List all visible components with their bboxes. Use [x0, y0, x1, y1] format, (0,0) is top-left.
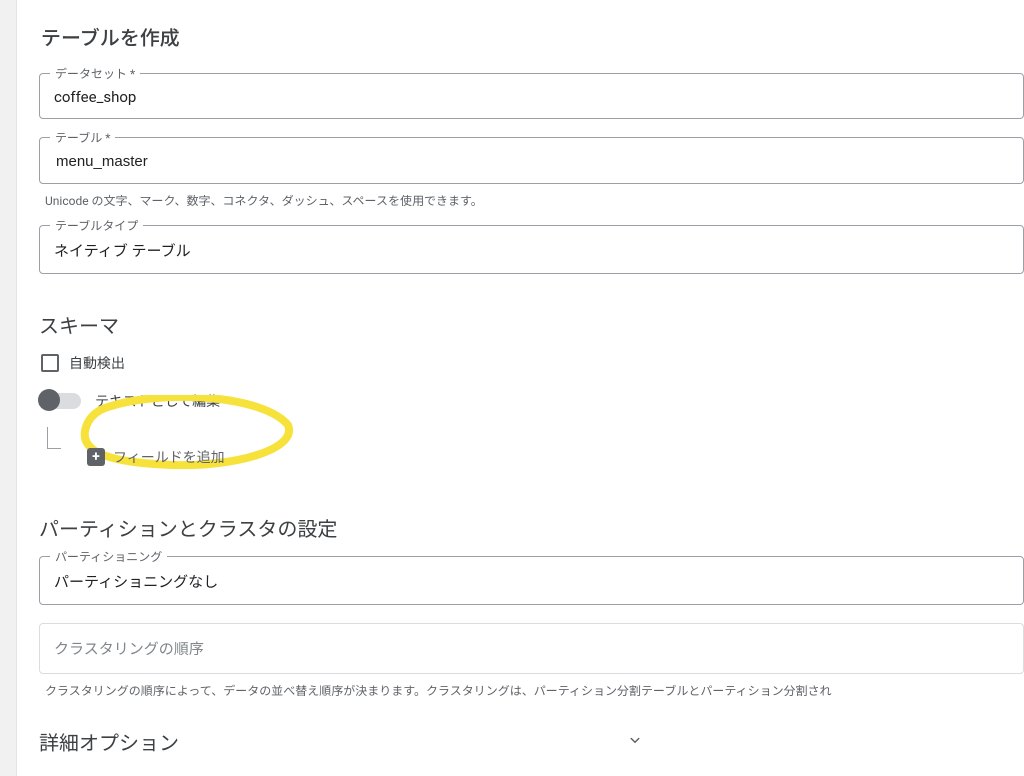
chevron-down-icon: [626, 730, 644, 754]
plus-icon: +: [87, 448, 105, 466]
partitioning-label: パーティショニング: [50, 548, 167, 565]
auto-detect-checkbox[interactable]: 自動検出: [41, 353, 1024, 373]
toggle-track-icon: [41, 393, 81, 409]
create-table-panel: テーブルを作成 データセット * coffee_shop テーブル * Unic…: [17, 0, 1024, 776]
tree-connector-icon: [47, 427, 61, 449]
table-name-input[interactable]: [54, 152, 1009, 171]
dataset-value: coffee_shop: [54, 88, 1009, 106]
dataset-label: データセット *: [50, 65, 140, 82]
auto-detect-label: 自動検出: [69, 353, 125, 373]
partition-heading: パーティションとクラスタの設定: [39, 513, 1024, 542]
left-gutter: [0, 0, 17, 776]
toggle-thumb-icon: [38, 389, 60, 411]
dataset-field[interactable]: データセット * coffee_shop: [39, 73, 1024, 119]
table-type-label: テーブルタイプ: [50, 217, 143, 234]
partitioning-value: パーティショニングなし: [54, 571, 1009, 592]
checkbox-icon: [41, 354, 59, 372]
edit-as-text-toggle[interactable]: テキストとして編集: [41, 391, 1024, 411]
add-field-label: フィールドを追加: [113, 447, 225, 467]
clustering-placeholder: クラスタリングの順序: [54, 640, 204, 658]
table-type-value: ネイティブ テーブル: [54, 240, 1009, 261]
table-type-field[interactable]: テーブルタイプ ネイティブ テーブル: [39, 225, 1024, 274]
partitioning-field[interactable]: パーティショニング パーティショニングなし: [39, 556, 1024, 605]
clustering-order-field[interactable]: クラスタリングの順序: [39, 623, 1024, 674]
advanced-options-label: 詳細オプション: [39, 727, 179, 756]
table-name-field[interactable]: テーブル *: [39, 137, 1024, 184]
edit-as-text-label: テキストとして編集: [95, 391, 220, 411]
clustering-helper: クラスタリングの順序によって、データの並べ替え順序が決まります。クラスタリングは…: [45, 682, 1024, 699]
schema-heading: スキーマ: [39, 310, 1024, 339]
add-field-button[interactable]: + フィールドを追加: [87, 447, 225, 467]
table-name-label: テーブル *: [50, 129, 115, 146]
table-name-helper: Unicode の文字、マーク、数字、コネクタ、ダッシュ、スペースを使用できます…: [45, 192, 1024, 209]
advanced-options-toggle[interactable]: 詳細オプション: [39, 727, 1024, 756]
add-field-area: + フィールドを追加: [39, 425, 225, 467]
page-title: テーブルを作成: [41, 22, 1024, 51]
